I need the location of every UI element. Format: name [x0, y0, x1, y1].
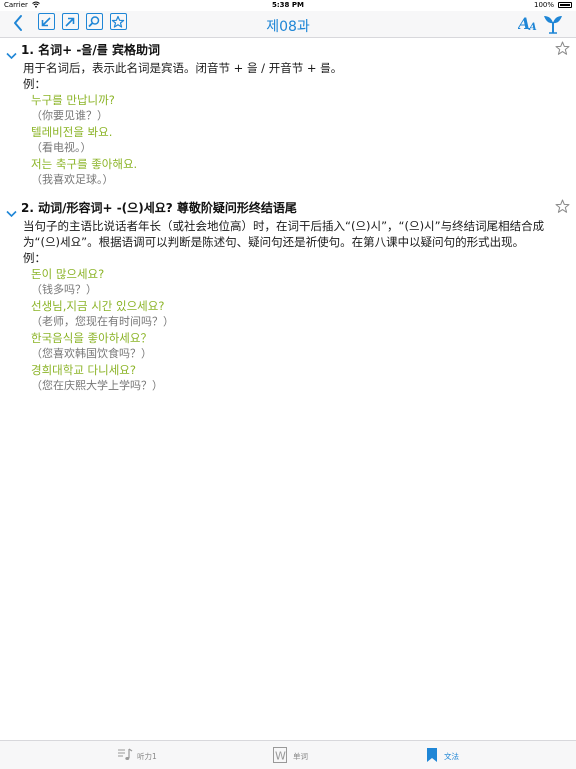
tab-label: 听力1 [137, 752, 157, 761]
example-translation: （您喜欢韩国饮食吗？） [31, 347, 152, 360]
font-size-icon[interactable]: AA [516, 14, 538, 36]
section-header[interactable]: 1. 名词+ -을/를 宾格助词 [0, 38, 576, 60]
chevron-down-icon[interactable] [6, 203, 17, 222]
example-label: 例： [23, 251, 46, 265]
minimize-icon[interactable] [38, 13, 55, 30]
navigation-bar: 제08과 AA [0, 11, 576, 38]
example-korean: 돈이 많으세요? [31, 267, 105, 281]
expand-icon[interactable] [62, 13, 79, 30]
example-korean: 저는 축구를 좋아해요. [31, 157, 138, 171]
example-korean: 텔레비전을 봐요. [31, 125, 113, 139]
example-korean: 한국음식을 좋아하세요？ [31, 331, 152, 345]
star-icon[interactable] [555, 199, 570, 218]
battery-icon [558, 2, 572, 8]
svg-text:A: A [528, 22, 537, 32]
tab-label: 文法 [444, 752, 459, 761]
bookmark-icon [426, 747, 438, 767]
example-korean: 누구를 만납니까? [31, 93, 115, 107]
back-chevron-icon[interactable] [12, 14, 24, 36]
music-note-icon [117, 747, 133, 767]
grammar-section: 2. 动词/形容词+ -(으)세요? 尊敬阶疑问形终结语尾 当句子的主语比说话者… [0, 196, 576, 394]
example-label: 例： [23, 77, 46, 91]
status-bar: Carrier 5:38 PM 100% [0, 0, 576, 11]
example-translation: （老师，您现在有时间吗？） [31, 315, 174, 328]
example-translation: （钱多吗？） [31, 283, 97, 296]
example-translation: （您在庆熙大学上学吗？） [31, 379, 163, 392]
favorite-star-icon[interactable] [110, 13, 127, 30]
svg-text:W: W [275, 750, 286, 763]
clock: 5:38 PM [272, 1, 304, 9]
plant-icon[interactable] [543, 13, 563, 38]
section-header[interactable]: 2. 动词/形容词+ -(으)세요? 尊敬阶疑问形终结语尾 [0, 196, 576, 218]
search-icon[interactable] [86, 13, 103, 30]
battery-percent: 100% [533, 1, 554, 9]
tab-label: 单词 [293, 752, 308, 761]
section-description: 用于名词后，表示此名词是宾语。闭音节 + 을 / 开音节 + 를。 [23, 61, 343, 75]
star-icon[interactable] [555, 41, 570, 60]
example-translation: （我喜欢足球。） [31, 173, 114, 186]
example-korean: 경희대학교 다니세요? [31, 363, 136, 377]
word-w-icon: W [273, 747, 288, 767]
section-title: 2. 动词/形容词+ -(으)세요? 尊敬阶疑问形终结语尾 [21, 201, 297, 215]
grammar-section: 1. 名词+ -을/를 宾格助词 用于名词后，表示此名词是宾语。闭音节 + 을 … [0, 38, 576, 196]
tab-bar: 听力1 W 单词 文法 [0, 740, 576, 769]
grammar-content: 1. 名词+ -을/를 宾格助词 用于名词后，表示此名词是宾语。闭音节 + 을 … [0, 38, 576, 394]
example-translation: （你要见谁？） [31, 109, 108, 122]
example-translation: （看电视。） [31, 141, 92, 154]
example-korean: 선생님,지금 시간 있으세요? [31, 299, 165, 313]
chevron-down-icon[interactable] [6, 45, 17, 64]
section-title: 1. 名词+ -을/를 宾格助词 [21, 43, 160, 57]
section-description: 当句子的主语比说话者年长（或社会地位高）时，在词干后插入“(으)시”，“(으)시… [23, 219, 545, 249]
